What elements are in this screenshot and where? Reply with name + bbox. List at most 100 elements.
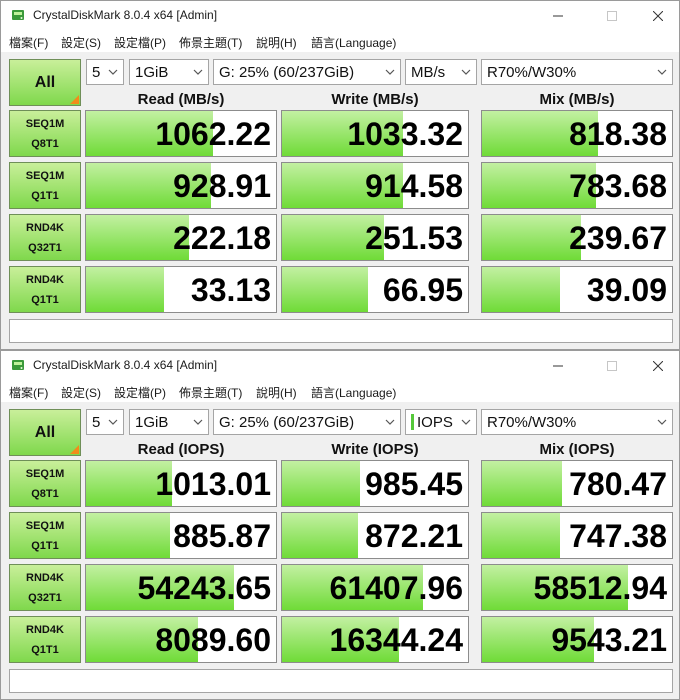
result-value: 66.95 bbox=[382, 272, 463, 308]
test-button[interactable]: RND4K Q32T1 bbox=[9, 214, 81, 261]
run-all-button[interactable]: All bbox=[9, 409, 81, 456]
drive-select[interactable]: G: 25% (60/237GiB) bbox=[213, 59, 401, 85]
result-value: 747.38 bbox=[569, 518, 667, 554]
drive-select[interactable]: G: 25% (60/237GiB) bbox=[213, 409, 401, 435]
result-bar bbox=[282, 267, 368, 312]
test-size-select-value: 1GiB bbox=[135, 63, 169, 81]
result-bar bbox=[482, 513, 560, 558]
chevron-down-icon bbox=[108, 69, 118, 75]
window-title: CrystalDiskMark 8.0.4 x64 [Admin] bbox=[33, 8, 218, 22]
result-cell: 872.21 bbox=[281, 512, 469, 559]
result-cell: 66.95 bbox=[281, 266, 469, 313]
corner-marker bbox=[70, 95, 79, 104]
menu-item[interactable]: 說明(H) bbox=[256, 384, 297, 401]
result-value: 222.18 bbox=[173, 220, 271, 256]
test-name: SEQ1M bbox=[25, 169, 65, 182]
test-count-select-value: 5 bbox=[92, 413, 101, 431]
chevron-down-icon bbox=[461, 69, 471, 75]
mix-ratio-select[interactable]: R70%/W30% bbox=[481, 409, 673, 435]
minimize-button[interactable] bbox=[535, 351, 581, 380]
menu-item[interactable]: 語言(Language) bbox=[311, 384, 396, 401]
maximize-button[interactable] bbox=[589, 351, 635, 380]
test-button[interactable]: RND4K Q1T1 bbox=[9, 616, 81, 663]
result-cell: 1062.22 bbox=[85, 110, 277, 157]
result-cell: 8089.60 bbox=[85, 616, 277, 663]
test-count-select-value: 5 bbox=[92, 63, 101, 81]
column-header: Write (MB/s) bbox=[331, 91, 419, 108]
test-queue: Q1T1 bbox=[31, 293, 59, 306]
result-value: 251.53 bbox=[365, 220, 463, 256]
drive-select-value: G: 25% (60/237GiB) bbox=[219, 63, 355, 81]
test-count-select[interactable]: 5 bbox=[86, 59, 124, 85]
close-icon bbox=[653, 10, 663, 21]
result-cell: 61407.96 bbox=[281, 564, 469, 611]
corner-marker bbox=[70, 445, 79, 454]
test-queue: Q8T1 bbox=[31, 137, 59, 150]
menu-item[interactable]: 說明(H) bbox=[256, 34, 297, 51]
menu-item[interactable]: 佈景主題(T) bbox=[179, 384, 242, 401]
close-button[interactable] bbox=[635, 351, 679, 380]
result-value: 16344.24 bbox=[329, 622, 463, 658]
test-button[interactable]: SEQ1M Q1T1 bbox=[9, 512, 81, 559]
result-value: 872.21 bbox=[365, 518, 463, 554]
result-bar bbox=[282, 461, 361, 506]
test-button[interactable]: SEQ1M Q1T1 bbox=[9, 162, 81, 209]
result-bar bbox=[282, 513, 359, 558]
test-queue: Q1T1 bbox=[31, 189, 59, 202]
mix-ratio-select[interactable]: R70%/W30% bbox=[481, 59, 673, 85]
result-cell: 747.38 bbox=[481, 512, 673, 559]
result-value: 1062.22 bbox=[155, 116, 271, 152]
test-count-select[interactable]: 5 bbox=[86, 409, 124, 435]
menu-item[interactable]: 設定(S) bbox=[61, 34, 101, 51]
result-bar bbox=[86, 513, 170, 558]
close-icon bbox=[653, 360, 663, 371]
unit-marker bbox=[411, 414, 414, 430]
unit-select[interactable]: IOPS bbox=[405, 409, 477, 435]
title-bar[interactable]: CrystalDiskMark 8.0.4 x64 [Admin] bbox=[1, 351, 679, 380]
comment-field[interactable] bbox=[9, 669, 673, 693]
comment-field[interactable] bbox=[9, 319, 673, 343]
result-cell: 39.09 bbox=[481, 266, 673, 313]
test-name: RND4K bbox=[26, 273, 64, 286]
unit-select[interactable]: MB/s bbox=[405, 59, 477, 85]
test-queue: Q32T1 bbox=[28, 591, 62, 604]
result-cell: 239.67 bbox=[481, 214, 673, 261]
result-value: 1013.01 bbox=[155, 466, 271, 502]
run-all-button[interactable]: All bbox=[9, 59, 81, 106]
close-button[interactable] bbox=[635, 1, 679, 30]
minimize-button[interactable] bbox=[535, 1, 581, 30]
maximize-button[interactable] bbox=[589, 1, 635, 30]
test-name: SEQ1M bbox=[25, 467, 65, 480]
menu-item[interactable]: 語言(Language) bbox=[311, 34, 396, 51]
column-header: Write (IOPS) bbox=[331, 441, 419, 458]
title-bar[interactable]: CrystalDiskMark 8.0.4 x64 [Admin] bbox=[1, 1, 679, 30]
menu-item[interactable]: 檔案(F) bbox=[9, 34, 48, 51]
test-size-select[interactable]: 1GiB bbox=[129, 409, 209, 435]
result-value: 783.68 bbox=[569, 168, 667, 204]
result-value: 58512.94 bbox=[533, 570, 667, 606]
chevron-down-icon bbox=[108, 419, 118, 425]
drive-select-value: G: 25% (60/237GiB) bbox=[219, 413, 355, 431]
menu-item[interactable]: 設定檔(P) bbox=[114, 34, 166, 51]
test-button[interactable]: SEQ1M Q8T1 bbox=[9, 110, 81, 157]
result-value: 39.09 bbox=[586, 272, 667, 308]
menu-bar: 檔案(F) 設定(S) 設定檔(P) 佈景主題(T) 說明(H) 語言(Language) bbox=[1, 30, 679, 52]
test-button[interactable]: SEQ1M Q8T1 bbox=[9, 460, 81, 507]
test-button[interactable]: RND4K Q32T1 bbox=[9, 564, 81, 611]
result-cell: 985.45 bbox=[281, 460, 469, 507]
window-title: CrystalDiskMark 8.0.4 x64 [Admin] bbox=[33, 358, 218, 372]
result-cell: 780.47 bbox=[481, 460, 673, 507]
menu-item[interactable]: 設定(S) bbox=[61, 384, 101, 401]
result-value: 1033.32 bbox=[347, 116, 463, 152]
chevron-down-icon bbox=[385, 419, 395, 425]
result-cell: 33.13 bbox=[85, 266, 277, 313]
menu-item[interactable]: 設定檔(P) bbox=[114, 384, 166, 401]
menu-bar: 檔案(F) 設定(S) 設定檔(P) 佈景主題(T) 說明(H) 語言(Language) bbox=[1, 380, 679, 402]
menu-item[interactable]: 檔案(F) bbox=[9, 384, 48, 401]
test-button[interactable]: RND4K Q1T1 bbox=[9, 266, 81, 313]
result-value: 780.47 bbox=[569, 466, 667, 502]
test-size-select[interactable]: 1GiB bbox=[129, 59, 209, 85]
menu-item[interactable]: 佈景主題(T) bbox=[179, 34, 242, 51]
unit-select-value: MB/s bbox=[411, 63, 446, 81]
result-cell: 818.38 bbox=[481, 110, 673, 157]
